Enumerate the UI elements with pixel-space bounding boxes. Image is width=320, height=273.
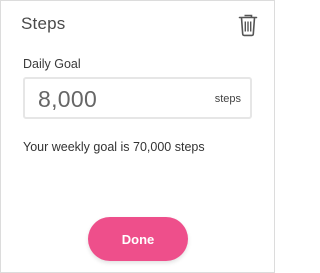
daily-goal-label: Daily Goal: [23, 57, 81, 71]
daily-goal-input[interactable]: 8,000 steps: [23, 77, 252, 119]
daily-goal-value[interactable]: 8,000: [38, 86, 97, 113]
dialog-title: Steps: [21, 14, 66, 33]
trash-icon[interactable]: [237, 13, 259, 37]
weekly-goal-text: Your weekly goal is 70,000 steps: [23, 140, 205, 154]
daily-goal-unit: steps: [214, 93, 241, 105]
done-button[interactable]: Done: [88, 217, 188, 261]
steps-dialog: Steps Daily Goal 8,000 steps Your weekly…: [0, 0, 275, 273]
